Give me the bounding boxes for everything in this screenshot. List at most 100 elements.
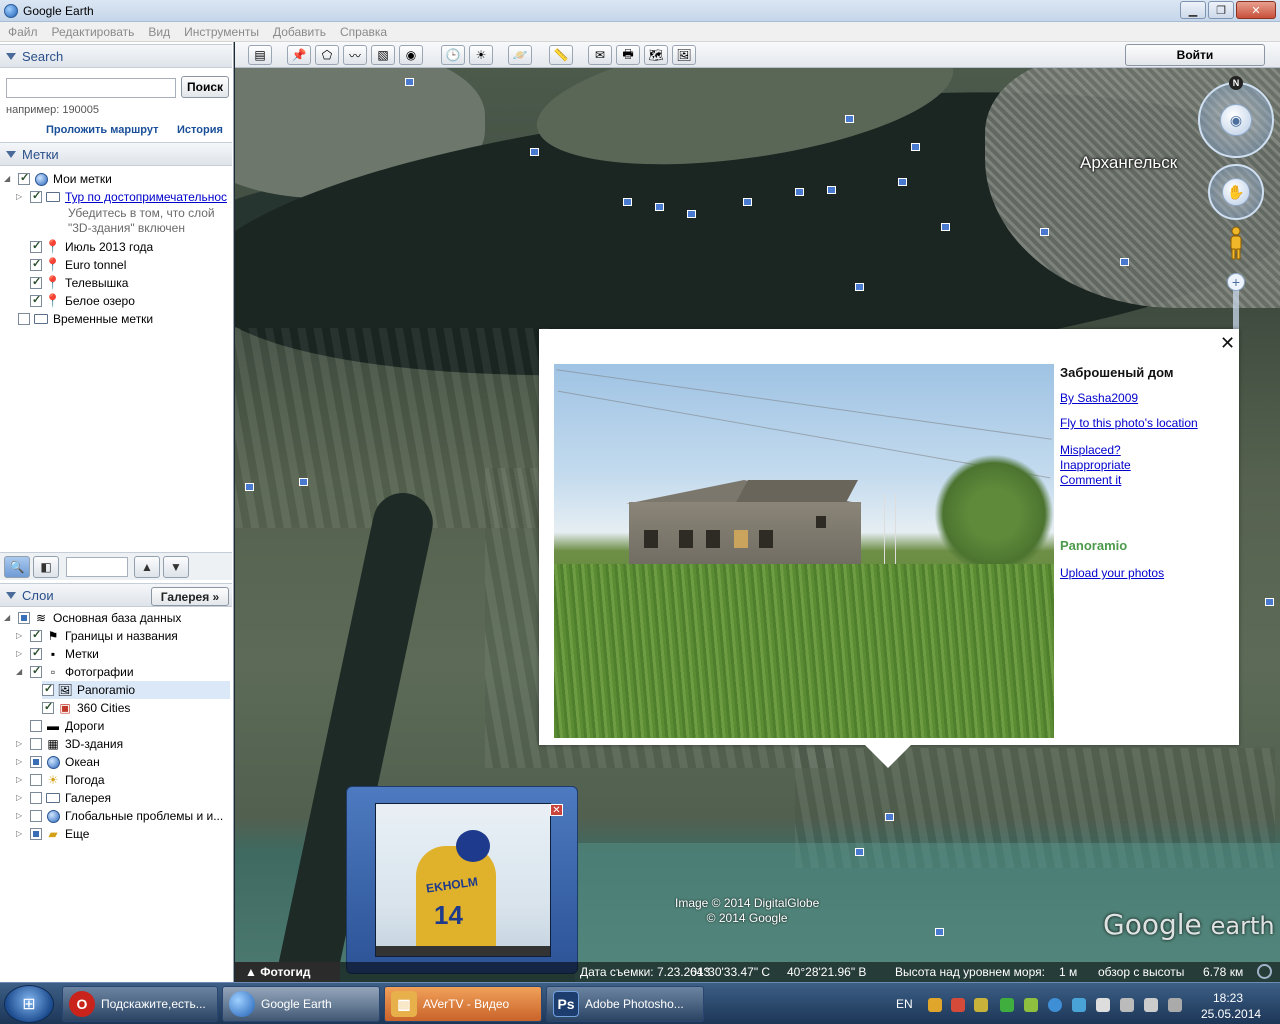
- record-tour-icon[interactable]: ◉: [399, 45, 423, 65]
- add-image-overlay-icon[interactable]: ▧: [371, 45, 395, 65]
- volume-icon[interactable]: [1120, 998, 1134, 1012]
- tray-app-icon[interactable]: [928, 998, 942, 1012]
- tree-item-temporary[interactable]: Временные метки: [18, 310, 153, 328]
- tour-guide-toggle[interactable]: ▲ Фотогид: [235, 962, 340, 982]
- close-button[interactable]: ✕: [1236, 1, 1276, 19]
- expand-arrow-icon[interactable]: ▷: [16, 650, 24, 658]
- hand-icon[interactable]: ✋: [1222, 178, 1250, 206]
- layer-3d-buildings[interactable]: ▷ ▦ 3D-здания: [16, 735, 123, 753]
- tree-item-white-lake[interactable]: 📍 Белое озеро: [30, 292, 135, 310]
- checkbox[interactable]: [30, 664, 42, 678]
- gallery-button[interactable]: Галерея »: [151, 587, 229, 606]
- video-screen[interactable]: EKHOLM 14: [375, 803, 551, 957]
- layer-borders[interactable]: ▷ ⚑ Границы и названия: [16, 627, 178, 645]
- save-image-icon[interactable]: 🖼: [672, 45, 696, 65]
- comment-link[interactable]: Comment it: [1060, 473, 1121, 487]
- checkbox[interactable]: [30, 628, 42, 642]
- tray-app-icon[interactable]: [951, 998, 965, 1012]
- sidebar-toggle-icon[interactable]: ▤: [248, 45, 272, 65]
- maximize-button[interactable]: ❐: [1208, 1, 1234, 19]
- photo-marker-icon[interactable]: [1265, 598, 1274, 606]
- tree-item-link[interactable]: Тур по достопримечательнос: [65, 190, 227, 204]
- move-up-button[interactable]: ▲: [134, 555, 160, 578]
- video-controls[interactable]: [376, 946, 550, 956]
- ruler-icon[interactable]: 📏: [549, 45, 573, 65]
- layer-ocean[interactable]: ▷ Океан: [16, 753, 100, 771]
- video-preview-window[interactable]: EKHOLM 14 ✕: [346, 786, 578, 974]
- checkbox[interactable]: [30, 774, 42, 786]
- taskbar-item-google-earth[interactable]: Google Earth: [222, 986, 380, 1022]
- expand-arrow-icon[interactable]: ▷: [16, 812, 24, 820]
- north-indicator[interactable]: N: [1229, 76, 1243, 90]
- layer-panoramio[interactable]: 🖼 Panoramio: [42, 681, 230, 699]
- checkbox[interactable]: [30, 792, 42, 804]
- panoramio-photo[interactable]: [554, 364, 1054, 738]
- menu-file[interactable]: Файл: [8, 25, 38, 39]
- expand-arrow-icon[interactable]: ◢: [16, 668, 24, 676]
- places-panel-header[interactable]: Метки: [0, 142, 232, 166]
- add-path-icon[interactable]: 〰: [343, 45, 367, 65]
- layer-weather[interactable]: ▷ ☀ Погода: [16, 771, 105, 789]
- layer-photos[interactable]: ◢ ▫ Фотографии: [16, 663, 134, 681]
- fly-to-location-link[interactable]: Fly to this photo's location: [1060, 416, 1198, 430]
- eye-icon[interactable]: ◉: [1220, 104, 1252, 136]
- photo-marker-icon[interactable]: [1120, 258, 1129, 266]
- checkbox[interactable]: [30, 720, 42, 732]
- add-polygon-icon[interactable]: ⬠: [315, 45, 339, 65]
- expand-arrow-icon[interactable]: ▷: [16, 758, 24, 766]
- photo-marker-icon[interactable]: [655, 203, 664, 211]
- photo-marker-icon[interactable]: [827, 186, 836, 194]
- checkbox[interactable]: [30, 738, 42, 750]
- photo-marker-icon[interactable]: [795, 188, 804, 196]
- expand-arrow-icon[interactable]: ▷: [16, 794, 24, 802]
- menu-tools[interactable]: Инструменты: [184, 25, 259, 39]
- upload-photos-link[interactable]: Upload your photos: [1060, 566, 1164, 580]
- flag-icon[interactable]: [1144, 998, 1158, 1012]
- checkbox[interactable]: [30, 756, 42, 768]
- search-panel-header[interactable]: Search: [0, 44, 232, 68]
- photo-marker-icon[interactable]: [941, 223, 950, 231]
- checkbox[interactable]: [18, 612, 30, 624]
- pegman-icon[interactable]: [1228, 226, 1244, 260]
- photo-marker-icon[interactable]: [898, 178, 907, 186]
- planets-icon[interactable]: 🪐: [508, 45, 532, 65]
- tree-item-july-2013[interactable]: 📍 Июль 2013 года: [30, 238, 153, 256]
- layer-more[interactable]: ▷ ▰ Еще: [16, 825, 89, 843]
- sunlight-icon[interactable]: ☀: [469, 45, 493, 65]
- checkbox[interactable]: [18, 313, 30, 325]
- photo-marker-icon[interactable]: [935, 928, 944, 936]
- layer-places[interactable]: ▷ ▪ Метки: [16, 645, 99, 663]
- sidebar-toggle-button[interactable]: ◧: [33, 555, 59, 578]
- photo-marker-icon[interactable]: [911, 143, 920, 151]
- author-link[interactable]: By Sasha2009: [1060, 391, 1138, 405]
- photo-marker-icon[interactable]: [405, 78, 414, 86]
- checkbox[interactable]: [42, 700, 54, 714]
- search-input[interactable]: [6, 78, 176, 98]
- clock-date[interactable]: 25.05.2014: [1201, 1007, 1261, 1021]
- layer-gallery[interactable]: ▷ Галерея: [16, 789, 111, 807]
- print-icon[interactable]: 🖶: [616, 45, 640, 65]
- checkbox[interactable]: [30, 239, 42, 253]
- menu-edit[interactable]: Редактировать: [52, 25, 135, 39]
- minimize-button[interactable]: ▁: [1180, 1, 1206, 19]
- photo-marker-icon[interactable]: [885, 813, 894, 821]
- photo-marker-icon[interactable]: [855, 848, 864, 856]
- photo-marker-icon[interactable]: [245, 483, 254, 491]
- checkbox[interactable]: [18, 171, 30, 185]
- checkbox[interactable]: [30, 828, 42, 840]
- tray-app-icon[interactable]: [1048, 998, 1062, 1012]
- search-button[interactable]: Поиск: [181, 76, 229, 98]
- checkbox[interactable]: [30, 257, 42, 271]
- tray-app-icon[interactable]: [1096, 998, 1110, 1012]
- checkbox[interactable]: [42, 682, 54, 696]
- tray-app-icon[interactable]: [974, 998, 988, 1012]
- inappropriate-link[interactable]: Inappropriate: [1060, 458, 1131, 472]
- video-close-icon[interactable]: ✕: [550, 804, 563, 816]
- network-icon[interactable]: [1168, 998, 1182, 1012]
- layer-360-cities[interactable]: ▣ 360 Cities: [42, 699, 130, 717]
- checkbox[interactable]: [30, 646, 42, 660]
- email-icon[interactable]: ✉: [588, 45, 612, 65]
- sign-in-button[interactable]: Войти: [1125, 44, 1265, 66]
- historical-imagery-icon[interactable]: 🕒: [441, 45, 465, 65]
- places-filter-input[interactable]: [66, 556, 128, 577]
